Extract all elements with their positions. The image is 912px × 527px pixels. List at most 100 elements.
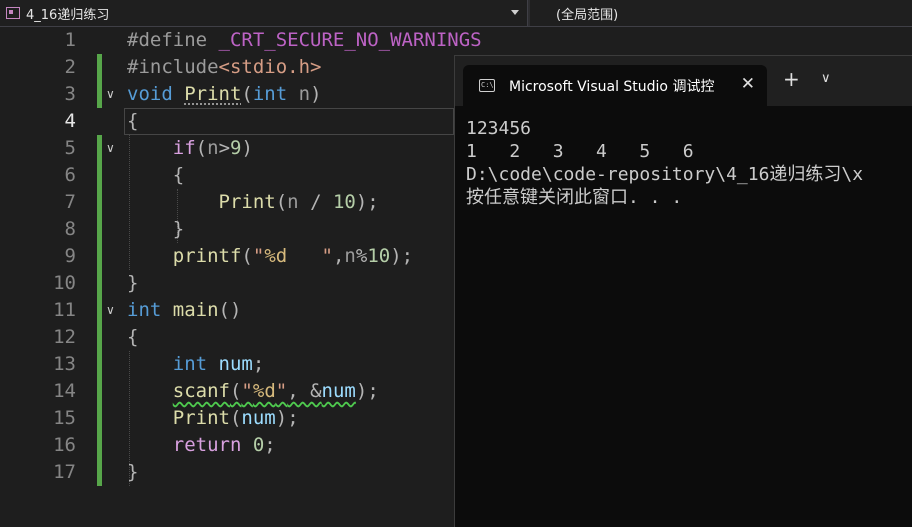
fold-chevron-icon[interactable]: ∨ bbox=[106, 135, 115, 162]
code-text: { bbox=[127, 324, 138, 351]
line-number: 9 bbox=[64, 245, 76, 267]
code-token: ); bbox=[355, 380, 379, 402]
console-output-line: 123456 bbox=[466, 118, 532, 139]
code-token: n bbox=[344, 245, 356, 267]
code-token: printf bbox=[172, 245, 242, 267]
code-token: num bbox=[321, 380, 356, 402]
console-title: Microsoft Visual Studio 调试控 bbox=[509, 78, 715, 95]
code-token: if bbox=[172, 137, 196, 159]
console-output-line: 按任意键关闭此窗口. . . bbox=[466, 187, 683, 208]
code-token: int bbox=[127, 299, 173, 321]
code-token: } bbox=[127, 272, 139, 294]
code-token: ( bbox=[241, 245, 253, 267]
line-number: 7 bbox=[64, 191, 76, 213]
code-text: { bbox=[127, 162, 184, 189]
project-icon bbox=[6, 7, 20, 19]
line-number: 14 bbox=[53, 380, 76, 402]
code-token: %d bbox=[252, 380, 276, 402]
code-text: Print(n / 10); bbox=[127, 189, 379, 216]
code-token: n bbox=[298, 83, 311, 105]
line-number: 10 bbox=[53, 272, 76, 294]
code-text: int num; bbox=[127, 351, 265, 378]
code-token: { bbox=[127, 326, 139, 348]
code-token: void bbox=[127, 83, 185, 105]
code-token: <stdio.h> bbox=[218, 56, 322, 78]
code-token: ) bbox=[310, 83, 322, 105]
plus-icon[interactable]: + bbox=[783, 68, 800, 90]
navigation-bar: 4_16递归练习 (全局范围) bbox=[0, 0, 912, 27]
project-dropdown[interactable]: 4_16递归练习 bbox=[0, 0, 528, 26]
code-token: main bbox=[172, 299, 219, 321]
code-token: #include bbox=[127, 56, 219, 78]
line-number: 16 bbox=[53, 434, 76, 456]
chevron-down-icon[interactable]: ∨ bbox=[821, 68, 831, 90]
line-number: 15 bbox=[53, 407, 76, 429]
line-number: 3 bbox=[64, 83, 76, 105]
code-token: #define bbox=[127, 29, 219, 51]
code-text: #define _CRT_SECURE_NO_WARNINGS bbox=[127, 27, 482, 54]
code-token: , bbox=[332, 245, 345, 267]
code-token: Print bbox=[218, 191, 276, 213]
code-token: num bbox=[218, 353, 253, 375]
console-output-line: D:\code\code-repository\4_16递归练习\x bbox=[466, 164, 864, 185]
code-text: void Print(int n) bbox=[127, 81, 322, 108]
code-token: %d bbox=[264, 245, 288, 267]
line-number: 13 bbox=[53, 353, 76, 375]
code-text: #include<stdio.h> bbox=[127, 54, 321, 81]
code-token: ( bbox=[229, 407, 242, 429]
code-token: int bbox=[172, 353, 219, 375]
debug-console-window[interactable]: Microsoft Visual Studio 调试控 ✕ + ∨ 123456… bbox=[454, 55, 912, 527]
code-token: " bbox=[241, 380, 253, 402]
code-token: scanf bbox=[172, 380, 230, 402]
console-app-icon bbox=[479, 79, 495, 92]
code-text: printf("%d ",n%10); bbox=[127, 243, 413, 270]
line-number: 11 bbox=[53, 299, 76, 321]
scope-dropdown[interactable]: (全局范围) bbox=[530, 0, 912, 26]
console-tab[interactable]: Microsoft Visual Studio 调试控 ✕ bbox=[463, 65, 767, 106]
line-number: 17 bbox=[53, 461, 76, 483]
code-token: " bbox=[252, 245, 265, 267]
code-token: } bbox=[127, 218, 185, 240]
code-token: ( bbox=[195, 137, 208, 159]
code-token: { bbox=[127, 110, 139, 132]
code-token: ); bbox=[390, 245, 414, 267]
console-output-line: 1 2 3 4 5 6 bbox=[466, 141, 694, 162]
code-token: n bbox=[287, 191, 299, 213]
line-number: 6 bbox=[64, 164, 76, 186]
code-token: ); bbox=[275, 407, 299, 429]
code-line[interactable]: 1 #define _CRT_SECURE_NO_WARNINGS bbox=[0, 27, 912, 54]
code-text: { bbox=[127, 108, 138, 135]
code-token: num bbox=[241, 407, 276, 429]
code-token: ( bbox=[229, 380, 242, 402]
code-token: > bbox=[218, 137, 231, 159]
code-token: Print bbox=[172, 407, 230, 429]
code-text: if(n>9) bbox=[127, 135, 253, 162]
scope-dropdown-label: (全局范围) bbox=[556, 7, 619, 23]
code-token: Print bbox=[184, 83, 242, 105]
code-token: return bbox=[172, 434, 253, 456]
code-token: } bbox=[127, 461, 139, 483]
code-text: scanf("%d", &num); bbox=[127, 378, 379, 405]
code-token: ( bbox=[275, 191, 288, 213]
close-icon[interactable]: ✕ bbox=[741, 75, 755, 93]
project-dropdown-label: 4_16递归练习 bbox=[26, 7, 110, 23]
code-token: / bbox=[298, 191, 333, 213]
dropdown-arrow-icon[interactable] bbox=[511, 10, 519, 15]
code-token: n bbox=[207, 137, 219, 159]
line-number: 2 bbox=[64, 56, 76, 78]
code-token: ); bbox=[355, 191, 379, 213]
code-token: () bbox=[218, 299, 242, 321]
code-text: } bbox=[127, 270, 138, 297]
code-token: 9 bbox=[230, 137, 242, 159]
fold-chevron-icon[interactable]: ∨ bbox=[106, 81, 115, 108]
code-token: , & bbox=[287, 380, 322, 402]
fold-chevron-icon[interactable]: ∨ bbox=[106, 297, 115, 324]
code-text: return 0; bbox=[127, 432, 276, 459]
code-token: ) bbox=[241, 137, 253, 159]
line-number: 8 bbox=[64, 218, 76, 240]
